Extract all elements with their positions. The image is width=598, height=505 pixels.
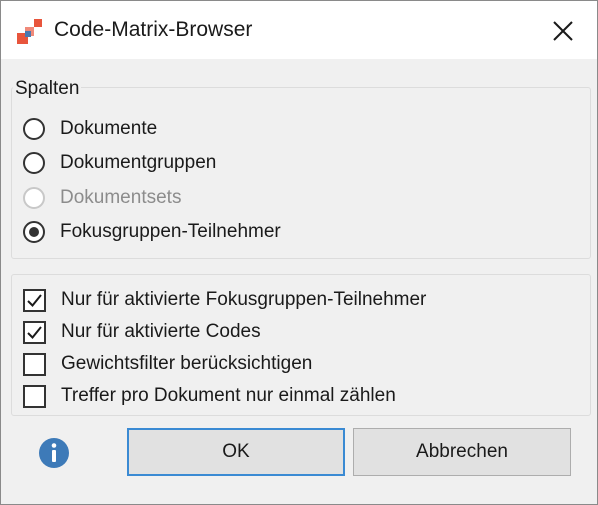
window-title: Code-Matrix-Browser bbox=[54, 18, 253, 41]
radio-label: Dokumentgruppen bbox=[60, 152, 217, 173]
info-icon[interactable] bbox=[38, 437, 70, 469]
checkbox-label: Treffer pro Dokument nur einmal zählen bbox=[61, 385, 396, 406]
checkbox-treffer-einmal[interactable]: Treffer pro Dokument nur einmal zählen bbox=[23, 383, 396, 409]
ok-button[interactable]: OK bbox=[127, 428, 345, 476]
radio-button[interactable] bbox=[23, 152, 45, 174]
radio-selected-dot bbox=[29, 227, 39, 237]
checkbox-aktivierte-teilnehmer[interactable]: Nur für aktivierte Fokusgruppen-Teilnehm… bbox=[23, 287, 426, 313]
radio-label: Dokumente bbox=[60, 118, 158, 139]
radio-dokumentsets: Dokumentsets bbox=[23, 185, 181, 211]
app-icon bbox=[17, 19, 42, 44]
close-icon bbox=[553, 21, 573, 41]
checkbox[interactable] bbox=[23, 352, 46, 376]
radio-label: Fokusgruppen-Teilnehmer bbox=[60, 221, 281, 242]
columns-group-legend: Spalten bbox=[13, 78, 82, 100]
checkbox[interactable] bbox=[23, 384, 46, 408]
checkbox-aktivierte-codes[interactable]: Nur für aktivierte Codes bbox=[23, 319, 261, 345]
dialog-window: Code-Matrix-Browser Spalten Dokumente Do… bbox=[0, 0, 598, 505]
radio-button[interactable] bbox=[23, 118, 45, 140]
checkbox-label: Nur für aktivierte Fokusgruppen-Teilnehm… bbox=[61, 289, 427, 310]
checkbox-gewichtsfilter[interactable]: Gewichtsfilter berücksichtigen bbox=[23, 351, 312, 377]
radio-button-selected[interactable] bbox=[23, 221, 45, 243]
checkbox-label: Nur für aktivierte Codes bbox=[61, 321, 261, 342]
close-button[interactable] bbox=[541, 13, 585, 49]
checkbox-label: Gewichtsfilter berücksichtigen bbox=[61, 353, 313, 374]
checkbox[interactable] bbox=[23, 288, 46, 312]
checkbox[interactable] bbox=[23, 320, 46, 344]
radio-dokumentgruppen[interactable]: Dokumentgruppen bbox=[23, 150, 216, 176]
cancel-button[interactable]: Abbrechen bbox=[353, 428, 571, 476]
checkmark-icon bbox=[27, 325, 42, 339]
radio-dokumente[interactable]: Dokumente bbox=[23, 116, 157, 142]
radio-label: Dokumentsets bbox=[60, 187, 182, 208]
checkmark-icon bbox=[27, 293, 42, 307]
title-bar[interactable]: Code-Matrix-Browser bbox=[1, 1, 597, 59]
radio-button-disabled bbox=[23, 187, 45, 209]
radio-fokusgruppen-teilnehmer[interactable]: Fokusgruppen-Teilnehmer bbox=[23, 219, 281, 245]
